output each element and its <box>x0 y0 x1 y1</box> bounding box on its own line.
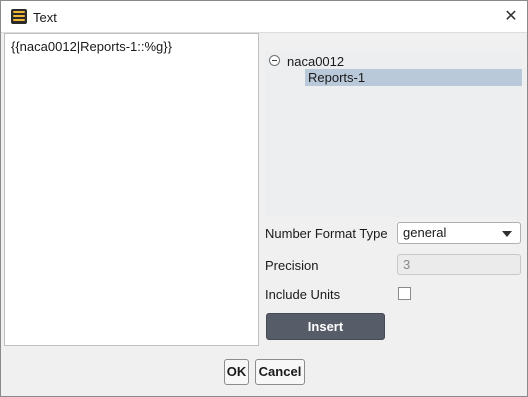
text-editor[interactable]: {{naca0012|Reports-1::%g}} <box>4 33 259 346</box>
chevron-down-icon <box>502 231 512 237</box>
include-units-checkbox[interactable] <box>398 287 411 300</box>
number-format-label: Number Format Type <box>265 226 388 241</box>
number-format-select[interactable]: general <box>397 222 521 244</box>
report-tree: naca0012 Reports-1 <box>265 52 522 217</box>
text-dialog: Text ✕ {{naca0012|Reports-1::%g}} naca00… <box>0 0 528 397</box>
tree-item-reports-1[interactable]: Reports-1 <box>305 69 522 86</box>
cancel-button[interactable]: Cancel <box>255 359 305 385</box>
ok-button[interactable]: OK <box>224 359 249 385</box>
insert-button[interactable]: Insert <box>266 313 385 340</box>
precision-input[interactable]: 3 <box>397 254 521 275</box>
include-units-label: Include Units <box>265 287 341 302</box>
app-icon <box>11 9 27 24</box>
precision-label: Precision <box>265 258 319 273</box>
number-format-value: general <box>403 225 447 240</box>
collapse-minus-icon[interactable] <box>269 55 280 66</box>
title-bar: Text ✕ <box>1 1 527 33</box>
tree-item-naca0012[interactable]: naca0012 <box>287 54 344 69</box>
close-icon[interactable]: ✕ <box>501 7 521 27</box>
window-title: Text <box>33 10 57 25</box>
